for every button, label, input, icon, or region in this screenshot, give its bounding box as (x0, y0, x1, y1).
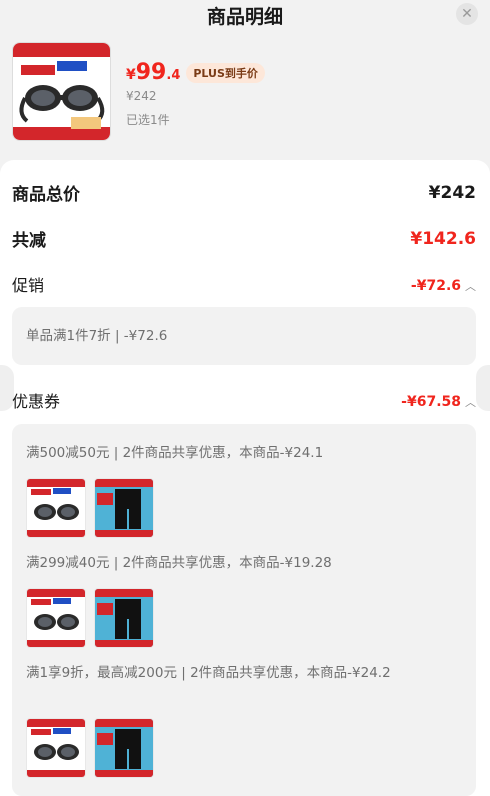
promo-detail: 单品满1件7折 | -¥72.6 (26, 328, 168, 344)
coupon-item: 满1享9折，最高减200元 | 2件商品共享优惠，本商品-¥24.2 (26, 665, 391, 681)
total-value: ¥242 (428, 182, 476, 203)
swim-shorts-thumbnail[interactable] (94, 478, 154, 538)
swim-shorts-thumbnail[interactable] (94, 588, 154, 648)
promo-row[interactable]: 促销 -¥72.6 ︿ (12, 272, 476, 296)
page-title: 商品明细 (206, 6, 283, 28)
coupon-value: -¥67.58 (401, 393, 461, 410)
goggles-thumbnail[interactable] (26, 478, 86, 538)
coupon-item: 满299减40元 | 2件商品共享优惠，本商品-¥19.28 (26, 555, 332, 571)
original-price: ¥242 (126, 89, 157, 103)
total-label: 商品总价 (12, 185, 80, 205)
goggles-thumbnail[interactable] (26, 588, 86, 648)
discount-row: 共减 ¥142.6 (12, 226, 476, 252)
price-decimal: .4 (166, 68, 181, 83)
goggles-thumbnail[interactable] (26, 718, 86, 778)
coupon-products (26, 718, 154, 778)
promo-label: 促销 (12, 276, 45, 295)
discount-label: 共减 (12, 231, 46, 251)
total-row: 商品总价 ¥242 (12, 180, 476, 206)
promo-value: -¥72.6 (410, 277, 461, 294)
chevron-up-icon[interactable]: ︿ (465, 396, 476, 409)
price-detail-sheet: 商品总价 ¥242 共减 ¥142.6 促销 -¥72.6 ︿ 单品满1件7折 |… (0, 160, 490, 796)
price-currency: ¥ (126, 67, 136, 83)
coupon-detail-box: 满500减50元 | 2件商品共享优惠，本商品-¥24.1 满299减40元 |… (12, 424, 476, 796)
coupon-row[interactable]: 优惠券 -¥67.58 ︿ (12, 388, 476, 412)
plus-price: ¥ 99 .4 PLUS到手价 (126, 60, 265, 85)
price-integer: 99 (135, 60, 167, 85)
plus-badge: PLUS到手价 (186, 62, 265, 83)
chevron-up-icon[interactable]: ︿ (465, 280, 476, 293)
coupon-label: 优惠券 (12, 392, 61, 411)
promo-detail-box: 单品满1件7折 | -¥72.6 (12, 307, 476, 365)
product-header: 商品明细 ✕ ¥ 99 .4 PLUS到手价 ¥242 已选1件 (0, 0, 490, 160)
discount-value: ¥142.6 (410, 228, 476, 249)
product-image[interactable] (12, 42, 111, 141)
close-icon[interactable]: ✕ (456, 3, 478, 25)
right-edge-tab (476, 365, 490, 411)
selected-count: 已选1件 (126, 113, 170, 127)
coupon-products (26, 478, 154, 538)
swim-shorts-thumbnail[interactable] (94, 718, 154, 778)
coupon-item: 满500减50元 | 2件商品共享优惠，本商品-¥24.1 (26, 445, 324, 461)
coupon-products (26, 588, 154, 648)
